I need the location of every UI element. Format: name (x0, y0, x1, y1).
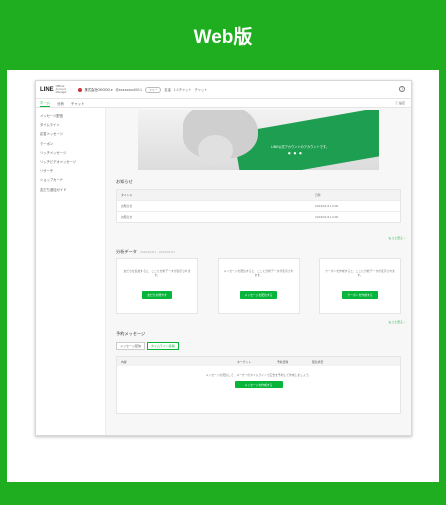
notices-table: タイトル 日時 お知らせ 2019/01/21 9:00 お知らせ 2019/0… (116, 189, 401, 223)
slide-title: Web版 (193, 27, 253, 48)
col-content: 内容 (121, 360, 127, 364)
line-logo: LINE (40, 86, 54, 93)
stat-card-coupons: クーポンを作成すると、ここに分析データが表示されます。 クーポンを作成する (319, 258, 401, 314)
notice-title[interactable]: お知らせ (121, 215, 132, 219)
sidebar-item-message[interactable]: メッセージ配信 (36, 111, 105, 120)
header-link-chat2[interactable]: チャット (195, 87, 208, 92)
scheduled-empty-text: メッセージを配信して、ユーザーのタイムラインで広告を予約して作成しましょう。 (205, 373, 312, 377)
account-avatar (77, 87, 82, 92)
notice-date: 2019/01/21 9:00 (315, 204, 339, 208)
stats-title-text: 分析データ (116, 249, 137, 254)
sidebar-item-research[interactable]: リサーチ (36, 166, 105, 175)
notices-title: お知らせ (116, 179, 133, 184)
logo-subtitle: Official Account Manager (55, 85, 67, 94)
line-manager-window: LINE Official Account Manager 株式会社OOOOO … (35, 80, 412, 436)
increase-friends-button[interactable]: 友だちを増やす (142, 291, 172, 299)
notice-date: 2019/01/21 9:00 (315, 215, 339, 219)
main-tabs: ホーム 分析 チャット ⓘ 設定 (36, 99, 411, 108)
table-row[interactable]: お知らせ 2019/01/21 9:00 (117, 211, 400, 222)
plan-badge: フリー (144, 86, 162, 93)
banner-hand-image-2 (198, 135, 233, 165)
stats-cards: 友だちを追加すると、ここに分析データが表示されます。 友だちを増やす メッセージ… (116, 258, 401, 314)
scheduled-tabs: メッセージ配信 タイムライン投稿 (116, 342, 181, 350)
stat-card-text: 友だちを追加すると、ここに分析データが表示されます。 (123, 269, 191, 277)
tab-home[interactable]: ホーム (40, 100, 51, 107)
header-link-chat[interactable]: 1:1チャット (174, 87, 192, 92)
notices-col-title: タイトル (121, 193, 133, 197)
sidebar-item-auto-reply[interactable]: 応答メッセージ (36, 129, 105, 138)
tab-chat[interactable]: チャット (71, 101, 85, 107)
notice-title[interactable]: お知らせ (121, 204, 132, 208)
col-status: 配信状況 (312, 360, 324, 364)
help-icon[interactable]: ? (399, 86, 405, 92)
sidebar: メッセージ配信 タイムライン 応答メッセージ クーポン リッチメッセージ リッチ… (36, 108, 106, 435)
tab-message-delivery[interactable]: メッセージ配信 (116, 342, 145, 350)
notices-col-date: 日時 (315, 193, 321, 197)
banner-caption: LINE公式アカウントのアカウントです。 (271, 145, 329, 149)
notices-more-link[interactable]: もっと見る › (388, 236, 405, 240)
stats-title: 分析データ 2019/01/01 - 2019/01/31 (116, 249, 175, 255)
send-message-button[interactable]: メッセージを配信する (239, 291, 278, 299)
stat-card-friends: 友だちを追加すると、ここに分析データが表示されます。 友だちを増やす (116, 258, 198, 314)
sidebar-item-shop-card[interactable]: ショップカード (36, 175, 105, 184)
sidebar-item-rich-video[interactable]: リッチビデオメッセージ (36, 157, 105, 166)
scheduled-title: 予約メッセージ (116, 331, 146, 336)
banner-pagination[interactable]: ● ● ● (288, 151, 303, 155)
create-message-button[interactable]: メッセージを作成する (234, 381, 283, 389)
stats-more-link[interactable]: もっと見る › (388, 320, 405, 324)
stat-card-text: クーポンを作成すると、ここに分析データが表示されます。 (325, 269, 395, 277)
tab-timeline-post[interactable]: タイムライン投稿 (146, 342, 179, 350)
main-content: LINE公式アカウントのアカウントです。 ● ● ● お知らせ タイトル 日時 … (106, 108, 411, 435)
create-coupon-button[interactable]: クーポンを作成する (342, 291, 378, 299)
scheduled-header-row: 内容 ターゲット 予約日時 配信状況 (117, 357, 400, 366)
settings-link[interactable]: ⓘ 設定 (395, 101, 405, 105)
table-row[interactable]: お知らせ 2019/01/21 9:00 (117, 200, 400, 211)
stats-date-range: 2019/01/01 - 2019/01/31 (139, 250, 175, 254)
account-id: @xxxxxxxx0011 (115, 87, 142, 92)
scheduled-table: 内容 ターゲット 予約日時 配信状況 メッセージを配信して、ユーザーのタイムライ… (116, 356, 401, 414)
notices-header-row: タイトル 日時 (117, 190, 400, 200)
sidebar-item-timeline[interactable]: タイムライン (36, 120, 105, 129)
tab-analytics[interactable]: 分析 (57, 101, 64, 107)
col-target: ターゲット (237, 360, 251, 364)
stat-card-messages: メッセージを配信すると、ここに分析データが表示されます。 メッセージを配信する (217, 258, 300, 314)
sidebar-item-coupon[interactable]: クーポン (36, 139, 105, 148)
sidebar-item-friend-guide[interactable]: 友だち追加ガイド (36, 185, 105, 194)
stat-card-text: メッセージを配信すると、ここに分析データが表示されます。 (223, 269, 294, 277)
header-link-friends[interactable]: 友達 (164, 87, 170, 92)
col-scheduled-time: 予約日時 (277, 360, 289, 364)
account-switcher[interactable]: 株式会社OOOOO ▾ (85, 87, 113, 92)
top-bar: LINE Official Account Manager 株式会社OOOOO … (36, 81, 411, 99)
promo-banner[interactable]: LINE公式アカウントのアカウントです。 ● ● ● (138, 110, 379, 170)
sidebar-item-rich-message[interactable]: リッチメッセージ (36, 148, 105, 157)
